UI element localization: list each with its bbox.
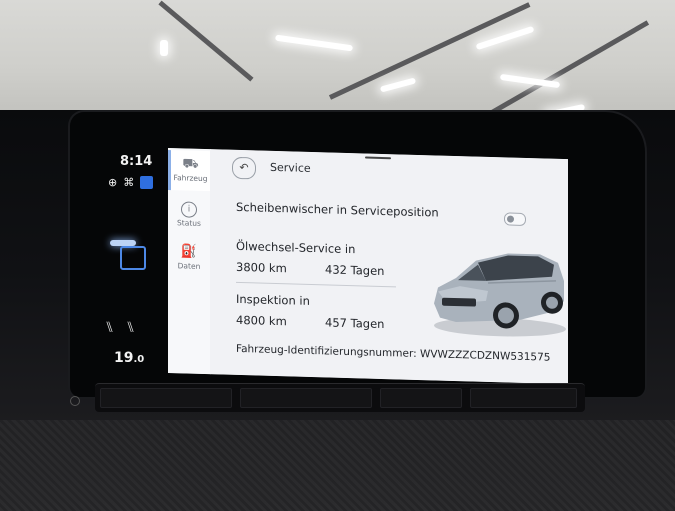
ceiling-lamp <box>160 40 168 56</box>
drag-handle[interactable] <box>365 156 391 160</box>
climate-temperature[interactable]: 19.0 <box>114 350 144 366</box>
vent-slat <box>240 388 372 408</box>
inspection-distance: 4800 km <box>236 312 287 329</box>
wiper-service-toggle[interactable] <box>504 212 526 226</box>
gps-icon: ⊕ <box>108 176 118 189</box>
oil-service-label: Ölwechsel-Service in <box>236 238 356 257</box>
ceiling-lamp <box>274 34 354 52</box>
page-title: Service <box>270 160 311 175</box>
oil-service-days: 432 Tagen <box>325 262 385 279</box>
divider <box>236 281 396 288</box>
vent-slat <box>470 388 577 408</box>
inspection-days: 457 Tagen <box>325 315 385 332</box>
seat-heating-controls: ⑊ ⑊ <box>105 318 135 336</box>
status-column: 8:14 ⊕ ⌘ ⑊ ⑊ 19.0 <box>100 148 170 378</box>
vent-slat <box>380 388 462 408</box>
seat-heating-icon: ⌘ <box>123 176 135 189</box>
car-icon: ⛟ <box>182 156 199 172</box>
vin-text: Fahrzeug-Identifizierungsnummer: WVWZZZC… <box>236 342 551 364</box>
fuel-icon: ⛽ <box>180 244 198 260</box>
nav-item-fahrzeug[interactable]: ⛟ Fahrzeug <box>168 150 210 192</box>
inspection-label: Inspektion in <box>236 291 310 308</box>
seat-ventilation-icon[interactable]: ⑊ <box>126 318 135 336</box>
hazard-button-icon[interactable] <box>120 246 146 270</box>
dashboard-trim <box>0 420 675 511</box>
nav-item-status[interactable]: i Status <box>168 200 210 241</box>
car-illustration <box>434 253 566 337</box>
seat-heating-left-icon[interactable]: ⑊ <box>105 318 114 336</box>
info-icon: i <box>168 200 210 218</box>
back-button[interactable]: ↶ <box>232 156 256 180</box>
status-icons: ⊕ ⌘ <box>108 176 154 189</box>
temperature-value: 19 <box>114 350 134 366</box>
nav-label: Fahrzeug <box>173 173 208 184</box>
ceiling-beam <box>158 0 254 82</box>
ceiling-lamp <box>379 77 417 93</box>
service-page: ↶ Service Scheibenwischer in Serviceposi… <box>210 149 568 385</box>
clock: 8:14 <box>120 154 153 169</box>
power-button-icon[interactable] <box>70 396 80 406</box>
infotainment-screen: ⛟ Fahrzeug i Status ⛽ Daten ↶ Service Sc… <box>168 148 568 385</box>
side-navigation: ⛟ Fahrzeug i Status ⛽ Daten <box>168 148 211 375</box>
temperature-decimal: .0 <box>133 354 145 365</box>
nav-label: Daten <box>177 261 201 271</box>
wiper-service-label: Scheibenwischer in Serviceposition <box>236 199 439 220</box>
vent-slat <box>100 388 232 408</box>
nav-label: Status <box>177 218 201 228</box>
ceiling-lamp <box>475 25 535 51</box>
bluetooth-icon <box>140 176 154 189</box>
oil-service-distance: 3800 km <box>236 259 287 276</box>
ceiling-beam <box>328 2 531 100</box>
nav-item-daten[interactable]: ⛽ Daten <box>168 244 210 285</box>
